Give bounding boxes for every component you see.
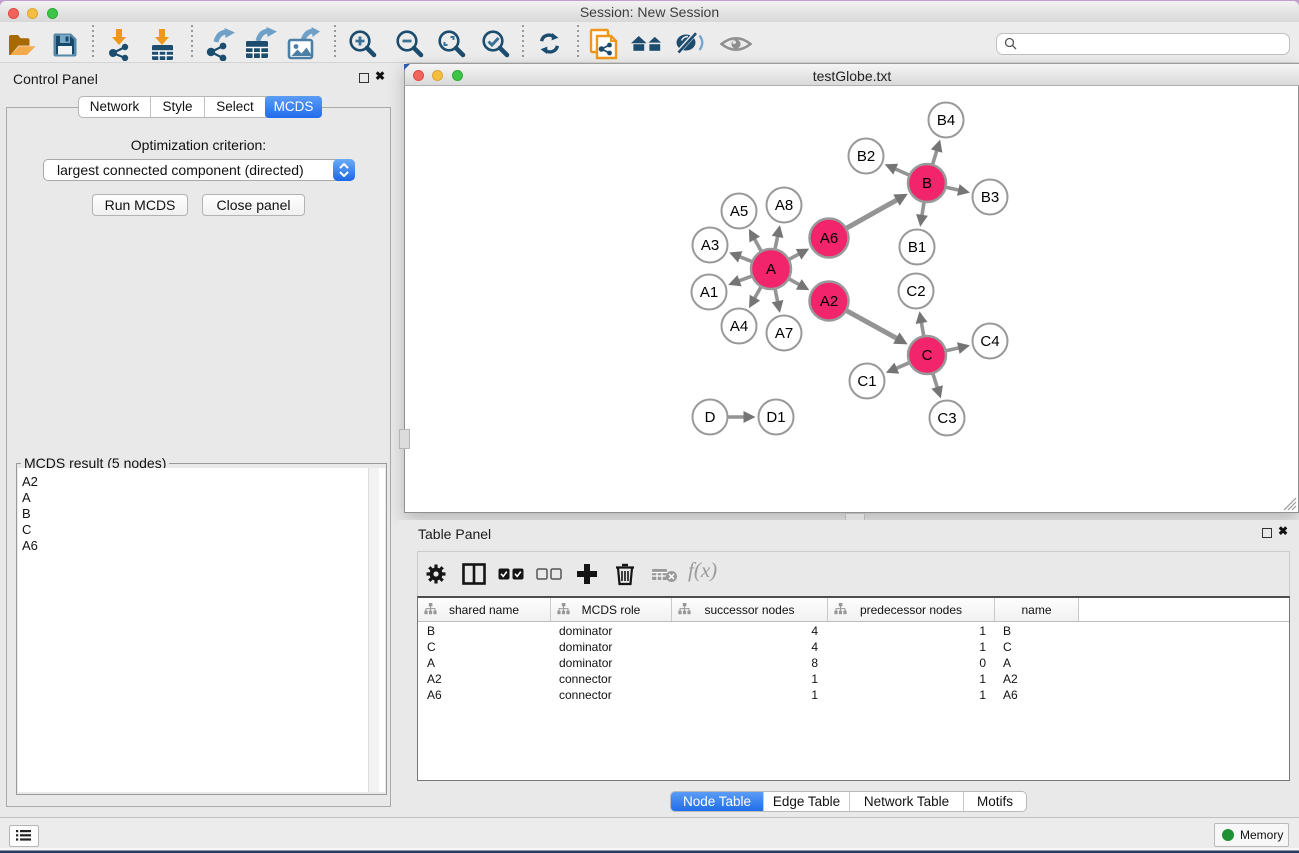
svg-text:C: C [922,347,933,364]
svg-text:C3: C3 [937,410,956,427]
svg-text:A2: A2 [820,293,838,310]
svg-text:A3: A3 [701,237,719,254]
svg-text:B: B [922,175,932,192]
svg-text:A4: A4 [730,318,748,335]
svg-text:C1: C1 [857,373,876,390]
svg-text:B4: B4 [937,112,955,129]
svg-text:A6: A6 [820,230,838,247]
svg-text:B3: B3 [981,189,999,206]
svg-text:A8: A8 [775,197,793,214]
svg-text:A7: A7 [775,325,793,342]
svg-text:C4: C4 [980,333,999,350]
svg-text:A: A [766,261,776,278]
svg-text:A1: A1 [700,284,718,301]
svg-text:A5: A5 [730,203,748,220]
svg-text:C2: C2 [906,283,925,300]
svg-text:B2: B2 [857,148,875,165]
svg-text:D: D [705,409,716,426]
svg-text:D1: D1 [766,409,785,426]
svg-text:B1: B1 [908,239,926,256]
